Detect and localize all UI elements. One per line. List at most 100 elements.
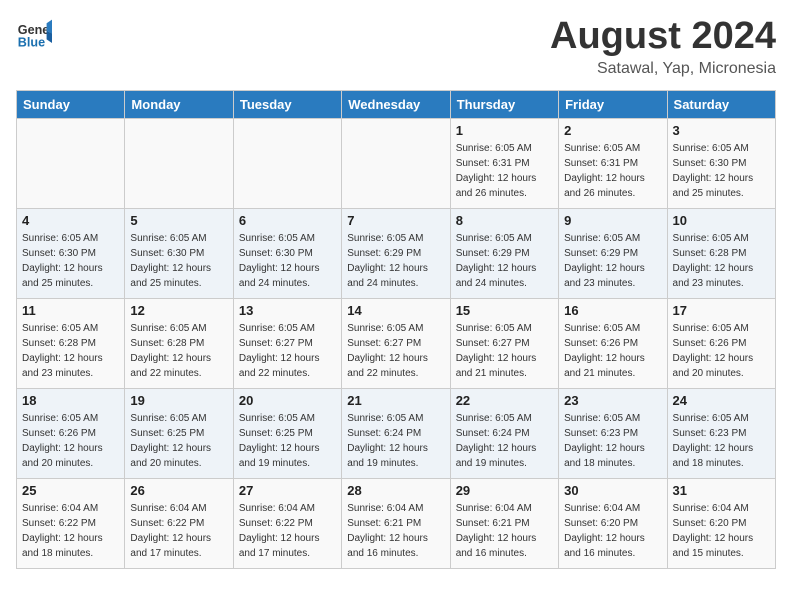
day-cell: 1 Sunrise: 6:05 AM Sunset: 6:31 PM Daylig… [450,118,558,208]
day-cell: 17Sunrise: 6:05 AM Sunset: 6:26 PM Dayli… [667,298,775,388]
day-number: 13 [239,303,336,318]
day-cell [17,118,125,208]
day-number: 15 [456,303,553,318]
day-cell [233,118,341,208]
day-of-week-sunday: Sunday [17,90,125,118]
day-number: 22 [456,393,553,408]
day-number: 27 [239,483,336,498]
day-info: Sunrise: 6:05 AM Sunset: 6:27 PM Dayligh… [347,321,444,381]
day-cell: 2Sunrise: 6:05 AM Sunset: 6:31 PM Daylig… [559,118,667,208]
day-number: 23 [564,393,661,408]
day-cell: 13Sunrise: 6:05 AM Sunset: 6:27 PM Dayli… [233,298,341,388]
day-info: Sunrise: 6:04 AM Sunset: 6:22 PM Dayligh… [239,501,336,561]
day-of-week-thursday: Thursday [450,90,558,118]
calendar-table: SundayMondayTuesdayWednesdayThursdayFrid… [16,90,776,569]
day-number: 11 [22,303,119,318]
day-number: 21 [347,393,444,408]
day-cell: 3 Sunrise: 6:05 AM Sunset: 6:30 PM Daylig… [667,118,775,208]
day-cell: 5 Sunrise: 6:05 AM Sunset: 6:30 PM Daylig… [125,208,233,298]
day-cell [125,118,233,208]
day-cell: 28 Sunrise: 6:04 AM Sunset: 6:21 PM Dayli… [342,478,450,568]
day-cell: 25 Sunrise: 6:04 AM Sunset: 6:22 PM Dayli… [17,478,125,568]
day-number: 19 [130,393,227,408]
day-number: 14 [347,303,444,318]
day-number: 2 [564,123,661,138]
day-number: 9 [564,213,661,228]
day-info: Sunrise: 6:05 AM Sunset: 6:26 PM Dayligh… [673,321,770,381]
day-info: Sunrise: 6:05 AM Sunset: 6:27 PM Dayligh… [456,321,553,381]
day-info: Sunrise: 6:05 AM Sunset: 6:28 PM Dayligh… [673,231,770,291]
day-cell: 7 Sunrise: 6:05 AM Sunset: 6:29 PM Daylig… [342,208,450,298]
day-info: Sunrise: 6:05 AM Sunset: 6:23 PM Dayligh… [564,411,661,471]
day-info: Sunrise: 6:04 AM Sunset: 6:20 PM Dayligh… [564,501,661,561]
page-header: General Blue August 2024 Satawal, Yap, M… [16,16,776,78]
day-cell: 29 Sunrise: 6:04 AM Sunset: 6:21 PM Dayli… [450,478,558,568]
day-info: Sunrise: 6:05 AM Sunset: 6:31 PM Dayligh… [456,141,553,201]
day-info: Sunrise: 6:05 AM Sunset: 6:29 PM Dayligh… [564,231,661,291]
day-info: Sunrise: 6:04 AM Sunset: 6:21 PM Dayligh… [347,501,444,561]
day-cell: 9 Sunrise: 6:05 AM Sunset: 6:29 PM Daylig… [559,208,667,298]
day-info: Sunrise: 6:04 AM Sunset: 6:22 PM Dayligh… [130,501,227,561]
day-number: 3 [673,123,770,138]
day-number: 5 [130,213,227,228]
day-of-week-friday: Friday [559,90,667,118]
calendar-title: August 2024 [550,16,776,58]
svg-text:Blue: Blue [18,36,45,50]
day-number: 20 [239,393,336,408]
day-info: Sunrise: 6:04 AM Sunset: 6:20 PM Dayligh… [673,501,770,561]
day-number: 16 [564,303,661,318]
calendar-subtitle: Satawal, Yap, Micronesia [550,60,776,78]
day-info: Sunrise: 6:05 AM Sunset: 6:25 PM Dayligh… [130,411,227,471]
day-info: Sunrise: 6:05 AM Sunset: 6:24 PM Dayligh… [456,411,553,471]
day-info: Sunrise: 6:05 AM Sunset: 6:30 PM Dayligh… [130,231,227,291]
day-cell: 31Sunrise: 6:04 AM Sunset: 6:20 PM Dayli… [667,478,775,568]
day-cell: 24Sunrise: 6:05 AM Sunset: 6:23 PM Dayli… [667,388,775,478]
day-info: Sunrise: 6:05 AM Sunset: 6:29 PM Dayligh… [347,231,444,291]
week-row-5: 25 Sunrise: 6:04 AM Sunset: 6:22 PM Dayli… [17,478,776,568]
day-cell: 18Sunrise: 6:05 AM Sunset: 6:26 PM Dayli… [17,388,125,478]
day-number: 8 [456,213,553,228]
day-cell: 8 Sunrise: 6:05 AM Sunset: 6:29 PM Daylig… [450,208,558,298]
day-cell: 20 Sunrise: 6:05 AM Sunset: 6:25 PM Dayli… [233,388,341,478]
day-cell: 16 Sunrise: 6:05 AM Sunset: 6:26 PM Dayli… [559,298,667,388]
day-info: Sunrise: 6:05 AM Sunset: 6:24 PM Dayligh… [347,411,444,471]
day-cell: 10 Sunrise: 6:05 AM Sunset: 6:28 PM Dayli… [667,208,775,298]
day-of-week-saturday: Saturday [667,90,775,118]
day-cell: 19 Sunrise: 6:05 AM Sunset: 6:25 PM Dayli… [125,388,233,478]
week-row-4: 18Sunrise: 6:05 AM Sunset: 6:26 PM Dayli… [17,388,776,478]
week-row-1: 1 Sunrise: 6:05 AM Sunset: 6:31 PM Daylig… [17,118,776,208]
day-info: Sunrise: 6:05 AM Sunset: 6:26 PM Dayligh… [564,321,661,381]
day-cell: 22 Sunrise: 6:05 AM Sunset: 6:24 PM Dayli… [450,388,558,478]
day-info: Sunrise: 6:04 AM Sunset: 6:22 PM Dayligh… [22,501,119,561]
day-cell: 14 Sunrise: 6:05 AM Sunset: 6:27 PM Dayli… [342,298,450,388]
day-number: 30 [564,483,661,498]
day-info: Sunrise: 6:05 AM Sunset: 6:25 PM Dayligh… [239,411,336,471]
day-info: Sunrise: 6:05 AM Sunset: 6:29 PM Dayligh… [456,231,553,291]
day-number: 26 [130,483,227,498]
day-info: Sunrise: 6:05 AM Sunset: 6:30 PM Dayligh… [673,141,770,201]
day-cell: 23 Sunrise: 6:05 AM Sunset: 6:23 PM Dayli… [559,388,667,478]
day-number: 1 [456,123,553,138]
day-info: Sunrise: 6:05 AM Sunset: 6:23 PM Dayligh… [673,411,770,471]
day-info: Sunrise: 6:04 AM Sunset: 6:21 PM Dayligh… [456,501,553,561]
day-cell [342,118,450,208]
day-number: 7 [347,213,444,228]
day-number: 25 [22,483,119,498]
day-number: 28 [347,483,444,498]
week-row-2: 4Sunrise: 6:05 AM Sunset: 6:30 PM Daylig… [17,208,776,298]
day-number: 10 [673,213,770,228]
day-number: 29 [456,483,553,498]
day-cell: 27 Sunrise: 6:04 AM Sunset: 6:22 PM Dayli… [233,478,341,568]
day-cell: 12Sunrise: 6:05 AM Sunset: 6:28 PM Dayli… [125,298,233,388]
day-cell: 26 Sunrise: 6:04 AM Sunset: 6:22 PM Dayli… [125,478,233,568]
title-block: August 2024 Satawal, Yap, Micronesia [550,16,776,78]
day-of-week-monday: Monday [125,90,233,118]
day-cell: 6Sunrise: 6:05 AM Sunset: 6:30 PM Daylig… [233,208,341,298]
day-of-week-tuesday: Tuesday [233,90,341,118]
days-of-week-row: SundayMondayTuesdayWednesdayThursdayFrid… [17,90,776,118]
day-info: Sunrise: 6:05 AM Sunset: 6:28 PM Dayligh… [22,321,119,381]
day-number: 12 [130,303,227,318]
day-number: 6 [239,213,336,228]
day-number: 18 [22,393,119,408]
logo: General Blue [16,16,52,52]
